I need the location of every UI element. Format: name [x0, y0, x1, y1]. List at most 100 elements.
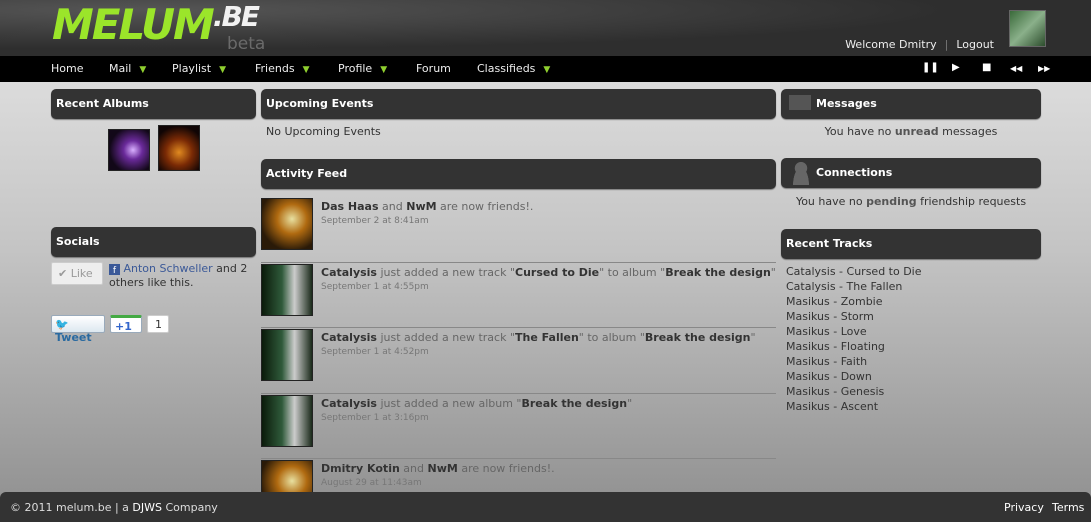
connections-header: Connections [781, 158, 1041, 188]
feed-link[interactable]: NwM [406, 200, 436, 213]
events-header: Upcoming Events [261, 89, 776, 119]
album-thumb[interactable] [158, 125, 200, 171]
messages-icon [789, 95, 811, 110]
nav-playlist[interactable]: Playlist ▼ [172, 62, 226, 75]
play-icon[interactable]: ▶ [952, 62, 960, 73]
feed-text: Catalysis just added a new album "Break … [321, 397, 632, 410]
connections-pending[interactable]: pending [866, 195, 917, 208]
feed-text: Das Haas and NwM are now friends!. [321, 200, 533, 213]
nav-forum[interactable]: Forum [416, 62, 451, 75]
avatar[interactable] [1009, 10, 1046, 47]
liker-link[interactable]: Anton Schweller [124, 262, 213, 275]
nav-friends[interactable]: Friends ▼ [255, 62, 309, 75]
plusone-count: 1 [147, 315, 169, 333]
logo-beta: beta [227, 34, 266, 54]
pause-icon[interactable]: ❚❚ [922, 62, 939, 73]
plusone-button[interactable]: +1 [110, 315, 142, 333]
chevron-down-icon: ▼ [543, 65, 551, 75]
feed-text-part: are now friends!. [457, 462, 555, 475]
terms-link[interactable]: Terms [1052, 501, 1084, 514]
track-item[interactable]: Catalysis - Cursed to Die [786, 264, 922, 279]
feed-text-part: are now friends!. [436, 200, 534, 213]
chevron-down-icon: ▼ [380, 65, 388, 75]
track-item[interactable]: Masikus - Zombie [786, 294, 922, 309]
facebook-icon: f [109, 264, 120, 276]
recent-albums-header: Recent Albums [51, 89, 256, 119]
activity-feed-header: Activity Feed [261, 159, 776, 189]
chevron-down-icon: ▼ [139, 65, 147, 75]
nav-classifieds[interactable]: Classifieds ▼ [477, 62, 550, 75]
messages-title: Messages [816, 97, 877, 110]
stop-icon[interactable]: ■ [982, 62, 991, 73]
track-item[interactable]: Masikus - Storm [786, 309, 922, 324]
album-thumb[interactable] [108, 129, 150, 171]
fast-forward-icon[interactable]: ▶▶ [1038, 64, 1050, 73]
messages-unread[interactable]: unread [895, 125, 939, 138]
socials-header: Socials [51, 227, 256, 257]
feed-thumb[interactable] [261, 198, 313, 250]
like-button[interactable]: ✔ Like [51, 262, 103, 285]
feed-link[interactable]: NwM [428, 462, 458, 475]
feed-link[interactable]: Break the design [665, 266, 771, 279]
track-item[interactable]: Masikus - Love [786, 324, 922, 339]
track-item[interactable]: Masikus - Ascent [786, 399, 922, 414]
feed-link[interactable]: Das Haas [321, 200, 379, 213]
messages-text: You have no [824, 125, 895, 138]
track-item[interactable]: Masikus - Down [786, 369, 922, 384]
feed-thumb[interactable] [261, 394, 313, 447]
header: MELUM.BE beta Welcome Dmitry | Logout [0, 0, 1091, 56]
feed-time: September 1 at 4:55pm [321, 281, 429, 292]
track-item[interactable]: Masikus - Floating [786, 339, 922, 354]
feed-link[interactable]: Dmitry Kotin [321, 462, 400, 475]
feed-text-part: just added a new album " [376, 396, 522, 410]
feed-text-part: " [627, 396, 633, 410]
feed-item: Catalysis just added a new album "Break … [261, 394, 776, 459]
track-item[interactable]: Catalysis - The Fallen [786, 279, 922, 294]
nav-label: Forum [416, 62, 451, 75]
nav-mail[interactable]: Mail ▼ [109, 62, 146, 75]
privacy-link[interactable]: Privacy [1004, 501, 1044, 514]
chevron-down-icon: ▼ [302, 65, 310, 75]
logout-link[interactable]: Logout [956, 38, 994, 51]
like-label: Like [70, 267, 93, 280]
messages-header: Messages [781, 89, 1041, 119]
nav-label: Friends [255, 62, 295, 75]
messages-text-end: messages [938, 125, 998, 138]
feed-item: Catalysis just added a new track "Cursed… [261, 263, 776, 328]
feed-link[interactable]: Catalysis [321, 331, 377, 344]
recent-tracks-header: Recent Tracks [781, 229, 1041, 259]
feed-text-part: and [378, 200, 407, 213]
feed-item: Dmitry Kotin and NwM are now friends!. Au… [261, 459, 776, 492]
nav-home[interactable]: Home [51, 62, 83, 75]
company-text: Company [161, 501, 218, 514]
feed-time: September 1 at 3:16pm [321, 412, 429, 423]
feed-link[interactable]: Break the design [522, 397, 628, 410]
feed-time: August 29 at 11:43am [321, 478, 422, 488]
footer: © 2011 melum.be | a DJWS Company Privacy… [0, 492, 1091, 522]
feed-link[interactable]: Catalysis [321, 397, 377, 410]
feed-link[interactable]: Cursed to Die [515, 266, 599, 279]
feed-thumb[interactable] [261, 263, 313, 316]
person-icon [790, 161, 812, 185]
feed-text-part: just added a new track " [376, 265, 516, 279]
feed-link[interactable]: Catalysis [321, 266, 377, 279]
track-item[interactable]: Masikus - Faith [786, 354, 922, 369]
feed-link[interactable]: Break the design [645, 331, 751, 344]
welcome-text: Welcome Dmitry [845, 38, 937, 51]
feed-thumb[interactable] [261, 460, 313, 492]
feed-text-part: " to album " [578, 331, 645, 344]
activity-feed[interactable]: Das Haas and NwM are now friends!. Septem… [261, 197, 776, 492]
feed-text-part: just added a new track " [376, 331, 516, 344]
tweet-button[interactable]: 🐦Tweet [51, 315, 105, 344]
nav-profile[interactable]: Profile ▼ [338, 62, 387, 75]
brand-link[interactable]: DJWS [132, 501, 162, 514]
feed-text: Catalysis just added a new track "The Fa… [321, 331, 756, 344]
track-item[interactable]: Masikus - Genesis [786, 384, 922, 399]
feed-thumb[interactable] [261, 329, 313, 381]
connections-text-end: friendship requests [916, 195, 1027, 208]
feed-link[interactable]: The Fallen [515, 331, 579, 344]
nav-label: Classifieds [477, 62, 536, 75]
feed-time: September 1 at 4:52pm [321, 347, 429, 357]
feed-text-part: and [399, 462, 428, 475]
rewind-icon[interactable]: ◀◀ [1010, 64, 1022, 73]
